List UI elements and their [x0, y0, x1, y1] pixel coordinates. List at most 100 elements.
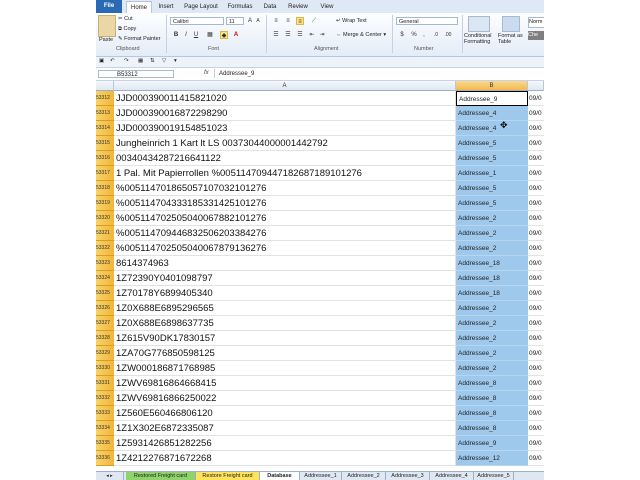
- cell-b[interactable]: Addressee_18: [456, 271, 528, 286]
- name-box[interactable]: B53312: [98, 70, 174, 78]
- cell-c[interactable]: 09/0: [528, 256, 544, 271]
- sort-icon[interactable]: ⇅: [150, 58, 155, 64]
- cell-c[interactable]: 09/0: [528, 166, 544, 181]
- align-center-icon[interactable]: ☰: [284, 31, 292, 39]
- cell-b[interactable]: Addressee_5: [456, 151, 528, 166]
- align-top-icon[interactable]: ≡: [272, 17, 280, 25]
- cell-b[interactable]: Addressee_1: [456, 166, 528, 181]
- cell-a[interactable]: 1Z615V90DK17830157: [114, 331, 456, 346]
- cell-c[interactable]: 09/0: [528, 151, 544, 166]
- cell-b[interactable]: Addressee_9: [456, 91, 528, 106]
- row-header[interactable]: 53317: [96, 166, 114, 181]
- cell-c[interactable]: 09/0: [528, 436, 544, 451]
- orientation-icon[interactable]: ⟋: [310, 17, 318, 25]
- column-header-a[interactable]: A: [114, 81, 456, 91]
- align-bottom-icon[interactable]: ≡: [296, 17, 304, 25]
- cell-a[interactable]: 1ZWV69816864668415: [114, 376, 456, 391]
- italic-button[interactable]: I: [182, 31, 190, 39]
- cell-b[interactable]: Addressee_9: [456, 436, 528, 451]
- tab-page-layout[interactable]: Page Layout: [182, 1, 220, 13]
- row-header[interactable]: 53314: [96, 121, 114, 136]
- decrease-indent-icon[interactable]: ⇤: [308, 31, 316, 39]
- cell-c[interactable]: 09/0: [528, 226, 544, 241]
- cell-c[interactable]: 09/0: [528, 361, 544, 376]
- grow-font-icon[interactable]: A: [246, 17, 254, 25]
- cell-a[interactable]: 1Z72390Y0401098797: [114, 271, 456, 286]
- cell-a[interactable]: %005114702505040067882101276: [114, 211, 456, 226]
- cell-b[interactable]: Addressee_4: [456, 106, 528, 121]
- grid-icon[interactable]: ▦: [138, 58, 143, 64]
- cell-b[interactable]: Addressee_2: [456, 241, 528, 256]
- fx-icon[interactable]: fx: [204, 70, 209, 76]
- bold-button[interactable]: B: [172, 31, 180, 39]
- decrease-decimal-icon[interactable]: .00: [444, 31, 452, 39]
- cut-button[interactable]: ✂ Cut: [118, 16, 133, 22]
- cell-c[interactable]: 09/0: [528, 391, 544, 406]
- cell-a[interactable]: 1Z5931426851282256: [114, 436, 456, 451]
- tab-view[interactable]: View: [316, 1, 338, 13]
- row-header[interactable]: 53321: [96, 226, 114, 241]
- cell-a[interactable]: JJD000390016872298290: [114, 106, 456, 121]
- conditional-formatting-icon[interactable]: [468, 16, 490, 32]
- column-header-c[interactable]: [528, 81, 544, 91]
- row-header[interactable]: 53320: [96, 211, 114, 226]
- row-header[interactable]: 53319: [96, 196, 114, 211]
- formula-input[interactable]: Addressee_9: [214, 69, 544, 78]
- row-header[interactable]: 53333: [96, 406, 114, 421]
- cell-c[interactable]: 09/0: [528, 376, 544, 391]
- conditional-formatting-button[interactable]: Conditional Formatting: [464, 33, 496, 45]
- number-format-select[interactable]: General: [396, 17, 458, 25]
- cell-a[interactable]: %005114704333185331425101276: [114, 196, 456, 211]
- cell-c[interactable]: 09/0: [528, 316, 544, 331]
- cell-a[interactable]: Jungheinrich 1 Kart lt LS 00373044000001…: [114, 136, 456, 151]
- fill-color-icon[interactable]: ◆: [220, 31, 228, 39]
- row-header[interactable]: 53316: [96, 151, 114, 166]
- align-left-icon[interactable]: ☰: [272, 31, 280, 39]
- sheet-tab[interactable]: Addressee_3: [386, 472, 430, 480]
- cell-b[interactable]: Addressee_5: [456, 181, 528, 196]
- row-header[interactable]: 53328: [96, 331, 114, 346]
- cell-c[interactable]: 09/0: [528, 121, 544, 136]
- cell-c[interactable]: 09/0: [528, 271, 544, 286]
- sheet-tab[interactable]: Addressee_2: [342, 472, 386, 480]
- cell-c[interactable]: 09/0: [528, 451, 544, 466]
- copy-button[interactable]: ⧉ Copy: [118, 26, 136, 33]
- tab-file[interactable]: File: [96, 0, 122, 13]
- row-header[interactable]: 53324: [96, 271, 114, 286]
- row-header[interactable]: 53331: [96, 376, 114, 391]
- cell-c[interactable]: 09/0: [528, 346, 544, 361]
- cell-c[interactable]: 09/0: [528, 91, 544, 106]
- cell-a[interactable]: 1Z70178Y6899405340: [114, 286, 456, 301]
- wrap-text-button[interactable]: ↵ Wrap Text: [336, 18, 367, 24]
- cell-a[interactable]: 1ZA70G776850598125: [114, 346, 456, 361]
- borders-icon[interactable]: ▦: [206, 31, 214, 39]
- style-normal[interactable]: Norm: [528, 17, 544, 28]
- row-header[interactable]: 53325: [96, 286, 114, 301]
- sheet-tab[interactable]: Addressee_4: [430, 472, 474, 480]
- row-header[interactable]: 53336: [96, 451, 114, 466]
- cell-a[interactable]: 1ZWV69816866250022: [114, 391, 456, 406]
- cell-b[interactable]: Addressee_2: [456, 211, 528, 226]
- undo-icon[interactable]: ↶: [110, 58, 115, 64]
- cell-c[interactable]: 09/0: [528, 331, 544, 346]
- align-right-icon[interactable]: ☰: [296, 31, 304, 39]
- increase-decimal-icon[interactable]: .0: [432, 31, 440, 39]
- format-table-icon[interactable]: [502, 16, 520, 32]
- row-header[interactable]: 53327: [96, 316, 114, 331]
- cell-b[interactable]: Addressee_18: [456, 286, 528, 301]
- cell-c[interactable]: 09/0: [528, 406, 544, 421]
- cell-a[interactable]: 1Z0X688E6898637735: [114, 316, 456, 331]
- sheet-tab[interactable]: Restored Freight card: [126, 472, 196, 480]
- tab-review[interactable]: Review: [284, 1, 312, 13]
- row-header[interactable]: 53318: [96, 181, 114, 196]
- increase-indent-icon[interactable]: ⇥: [318, 31, 326, 39]
- comma-icon[interactable]: ,: [420, 31, 428, 39]
- cell-c[interactable]: 09/0: [528, 286, 544, 301]
- row-header[interactable]: 53335: [96, 436, 114, 451]
- cell-a[interactable]: 1 Pal. Mit Papierrollen %005114709447182…: [114, 166, 456, 181]
- cell-c[interactable]: 09/0: [528, 421, 544, 436]
- cell-a[interactable]: %005114701865057107032101276: [114, 181, 456, 196]
- cell-c[interactable]: 09/0: [528, 301, 544, 316]
- cell-b[interactable]: Addressee_2: [456, 331, 528, 346]
- save-icon[interactable]: ▣: [99, 58, 104, 64]
